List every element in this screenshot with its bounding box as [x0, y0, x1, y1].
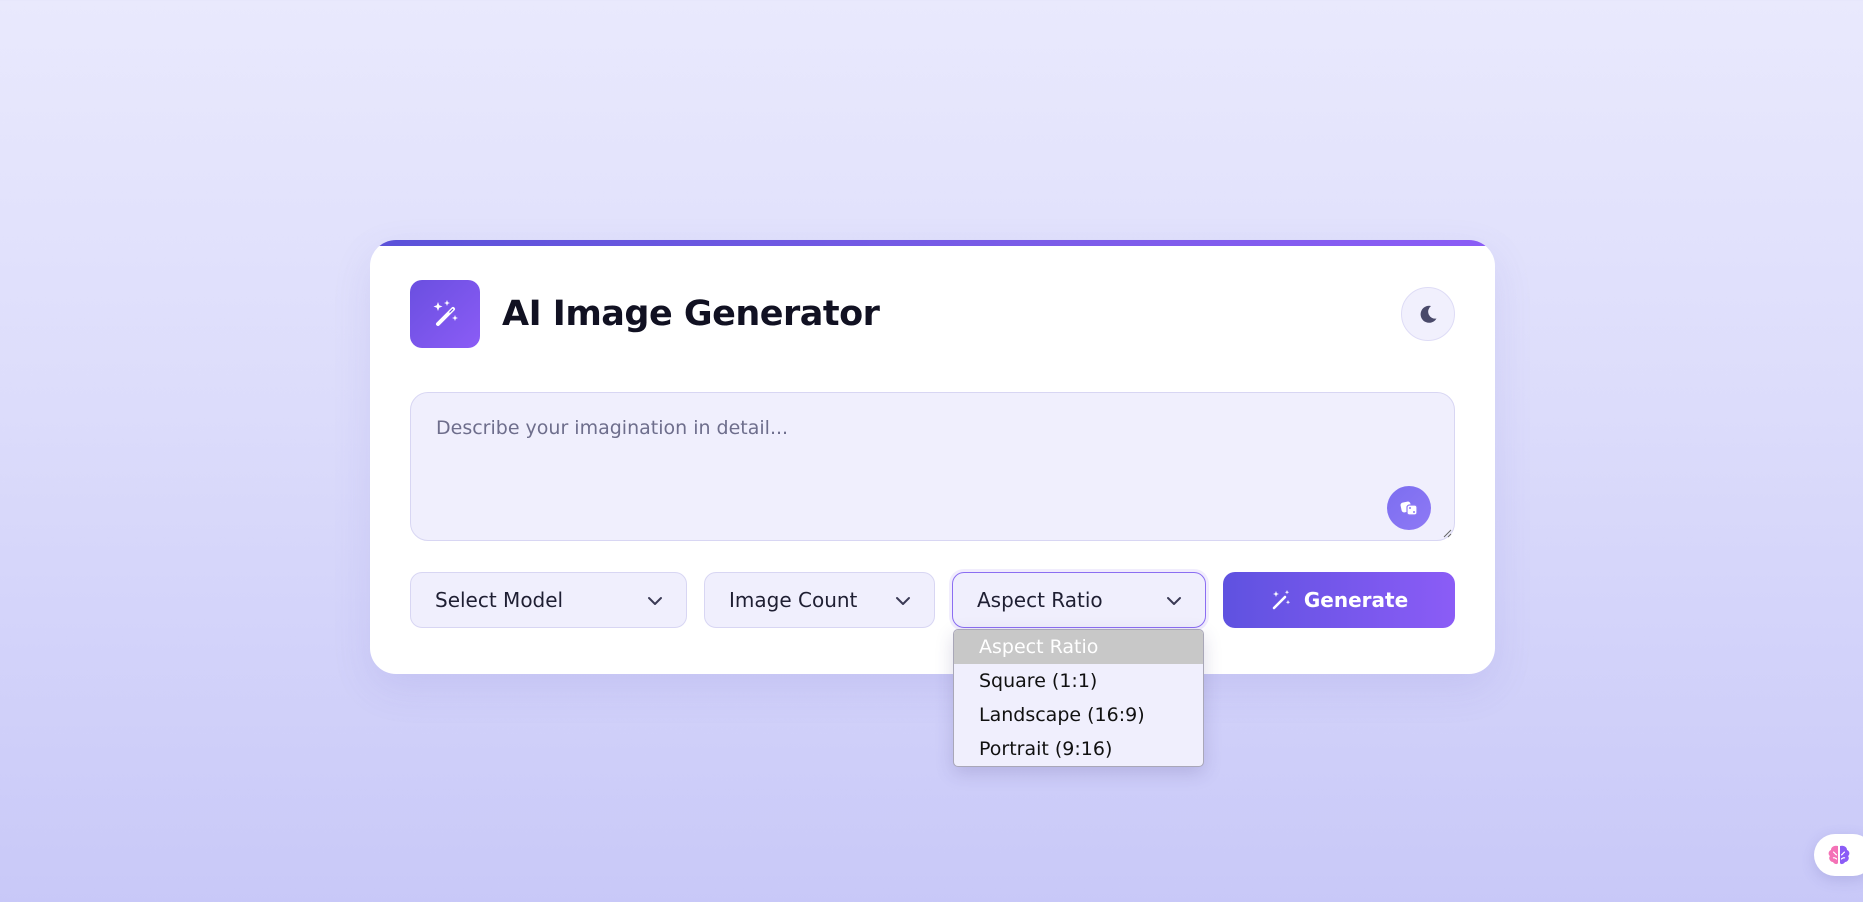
- resize-handle-icon[interactable]: [1442, 528, 1452, 538]
- aspect-ratio-select-value: Aspect Ratio: [977, 588, 1103, 612]
- model-select[interactable]: Select Model: [410, 572, 687, 628]
- app-logo: [410, 280, 480, 348]
- generator-card: AI Image Generator Select Model Image Co…: [370, 240, 1495, 674]
- chevron-down-icon: [648, 597, 662, 605]
- generate-button[interactable]: Generate: [1223, 572, 1455, 628]
- card-accent-bar: [370, 240, 1495, 246]
- aspect-ratio-dropdown: Aspect Ratio Square (1:1) Landscape (16:…: [953, 629, 1204, 767]
- chevron-down-icon: [1167, 597, 1181, 605]
- theme-toggle-button[interactable]: [1401, 287, 1455, 341]
- page-title: AI Image Generator: [502, 294, 880, 334]
- moon-icon: [1420, 305, 1437, 323]
- aspect-ratio-select[interactable]: Aspect Ratio: [952, 572, 1206, 628]
- brain-icon: [1828, 845, 1850, 865]
- prompt-container: [410, 392, 1455, 541]
- random-prompt-button[interactable]: [1387, 486, 1431, 530]
- dropdown-option-landscape[interactable]: Landscape (16:9): [954, 698, 1203, 732]
- magic-wand-sparkles-icon: [433, 300, 458, 326]
- model-select-value: Select Model: [435, 588, 564, 612]
- dropdown-option-portrait[interactable]: Portrait (9:16): [954, 732, 1203, 766]
- dice-icon: [1400, 501, 1418, 516]
- magic-wand-icon: [1272, 590, 1291, 610]
- image-count-select-value: Image Count: [729, 588, 858, 612]
- page-bottom-strip: [0, 902, 1863, 912]
- prompt-input[interactable]: [411, 393, 1454, 540]
- dropdown-option-placeholder[interactable]: Aspect Ratio: [954, 630, 1203, 664]
- generate-button-label: Generate: [1303, 588, 1409, 612]
- chevron-down-icon: [896, 597, 910, 605]
- image-count-select[interactable]: Image Count: [704, 572, 935, 628]
- dropdown-option-square[interactable]: Square (1:1): [954, 664, 1203, 698]
- floating-assistant-button[interactable]: [1814, 834, 1863, 876]
